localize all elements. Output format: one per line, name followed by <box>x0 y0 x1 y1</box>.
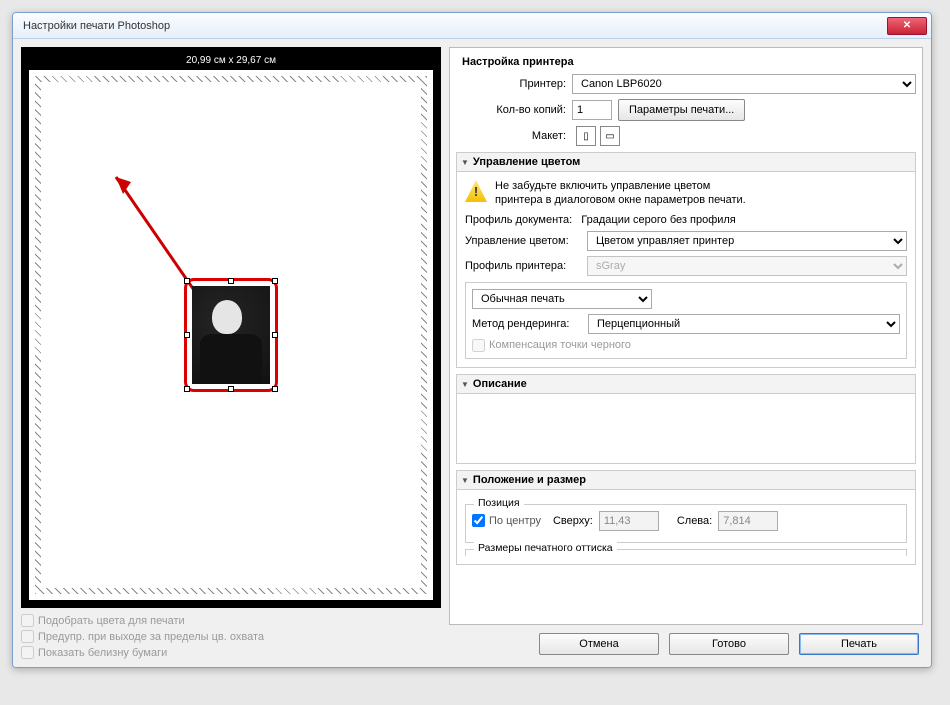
rendering-intent-label: Метод рендеринга: <box>472 318 582 330</box>
printer-select[interactable]: Canon LBP6020 <box>572 74 916 94</box>
copies-input[interactable] <box>572 100 612 120</box>
layout-landscape-icon[interactable]: ▭ <box>600 126 620 146</box>
color-management-header[interactable]: Управление цветом <box>456 152 916 172</box>
titlebar[interactable]: Настройки печати Photoshop ✕ <box>13 13 931 39</box>
chevron-down-icon <box>461 474 469 486</box>
print-mode-select[interactable]: Обычная печать <box>472 289 652 309</box>
doc-profile-value: Градации серого без профиля <box>581 214 735 226</box>
position-legend: Позиция <box>474 497 524 509</box>
chevron-down-icon <box>461 156 469 168</box>
scaled-size-legend: Размеры печатного оттиска <box>474 542 617 554</box>
printer-setup-heading: Настройка принтера <box>462 56 916 68</box>
color-handling-label: Управление цветом: <box>465 235 581 247</box>
color-handling-select[interactable]: Цветом управляет принтер <box>587 231 907 251</box>
window-title: Настройки печати Photoshop <box>23 20 887 32</box>
paper-white-checkbox: Показать белизну бумаги <box>21 646 441 659</box>
close-button[interactable]: ✕ <box>887 17 927 35</box>
resize-handle[interactable] <box>272 386 278 392</box>
resize-handle[interactable] <box>228 386 234 392</box>
print-settings-button[interactable]: Параметры печати... <box>618 99 745 121</box>
cancel-button[interactable]: Отмена <box>539 633 659 655</box>
left-label: Слева: <box>677 515 712 527</box>
description-header[interactable]: Описание <box>456 374 916 394</box>
warning-icon: ! <box>465 180 487 202</box>
resize-handle[interactable] <box>184 332 190 338</box>
color-warning-text: Не забудьте включить управление цветом п… <box>495 180 907 208</box>
layout-label: Макет: <box>456 130 566 142</box>
print-settings-dialog: Настройки печати Photoshop ✕ 20,99 см x … <box>12 12 932 668</box>
print-preview: 20,99 см x 29,67 см <box>21 47 441 608</box>
top-label: Сверху: <box>553 515 593 527</box>
description-panel <box>456 394 916 464</box>
top-input <box>599 511 659 531</box>
match-print-colors-checkbox: Подобрать цвета для печати <box>21 614 441 627</box>
layout-portrait-icon[interactable]: ▯ <box>576 126 596 146</box>
resize-handle[interactable] <box>228 278 234 284</box>
resize-handle[interactable] <box>272 278 278 284</box>
center-checkbox[interactable]: По центру <box>472 514 541 527</box>
printer-profile-label: Профиль принтера: <box>465 260 581 272</box>
done-button[interactable]: Готово <box>669 633 789 655</box>
preview-image <box>192 286 270 384</box>
copies-label: Кол-во копий: <box>456 104 566 116</box>
print-button[interactable]: Печать <box>799 633 919 655</box>
resize-handle[interactable] <box>272 332 278 338</box>
resize-handle[interactable] <box>184 278 190 284</box>
rendering-intent-select[interactable]: Перцепционный <box>588 314 900 334</box>
doc-profile-label: Профиль документа: <box>465 214 572 226</box>
image-selection[interactable] <box>184 278 278 392</box>
printer-label: Принтер: <box>456 78 566 90</box>
page-area[interactable] <box>29 70 433 600</box>
printer-profile-select: sGray <box>587 256 907 276</box>
page-dimensions: 20,99 см x 29,67 см <box>29 55 433 66</box>
black-point-checkbox: Компенсация точки черного <box>472 339 900 352</box>
gamut-warning-checkbox: Предупр. при выходе за пределы цв. охват… <box>21 630 441 643</box>
resize-handle[interactable] <box>184 386 190 392</box>
position-size-header[interactable]: Положение и размер <box>456 470 916 490</box>
chevron-down-icon <box>461 378 469 390</box>
left-input <box>718 511 778 531</box>
